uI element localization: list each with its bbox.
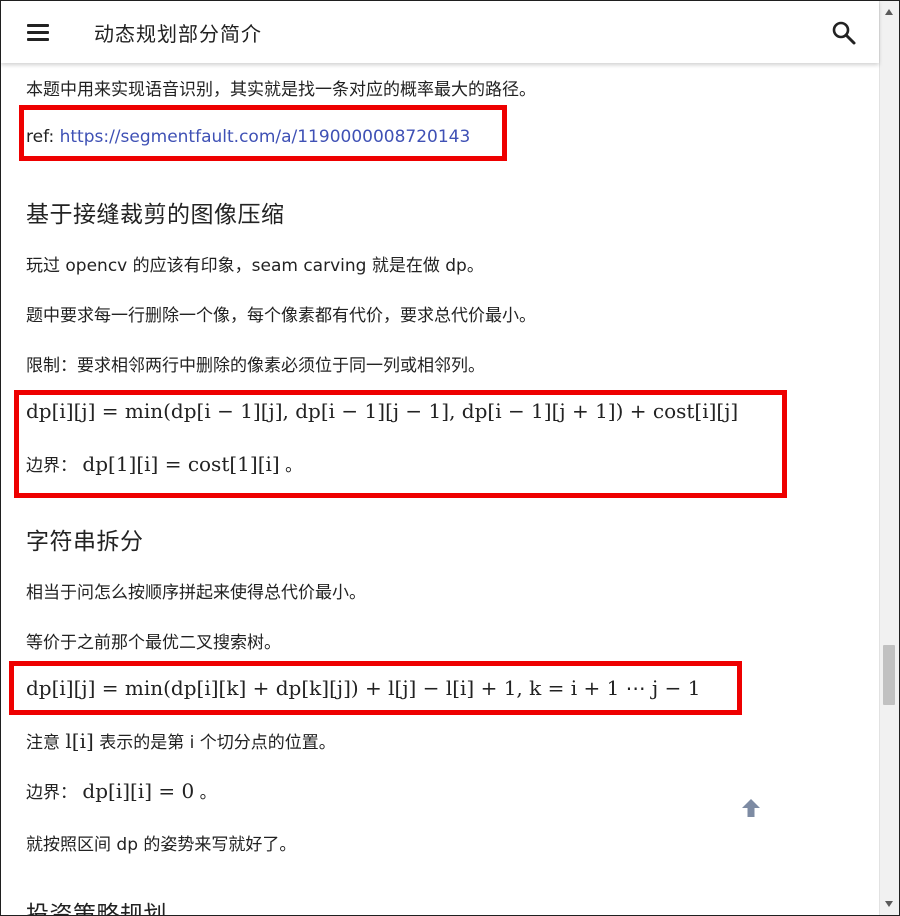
split-note-prefix: 注意 <box>26 733 60 753</box>
browser-frame: 动态规划部分简介 本题中用来实现语音识别，其实就是找一条对应的概率最大的路径。 … <box>0 0 900 916</box>
seam-paragraph-1: 玩过 opencv 的应该有印象，seam carving 就是在做 dp。 <box>26 256 484 276</box>
intro-paragraph: 本题中用来实现语音识别，其实就是找一条对应的概率最大的路径。 <box>26 80 536 100</box>
split-paragraph-last: 就按照区间 dp 的姿势来写就好了。 <box>26 835 297 855</box>
search-icon[interactable] <box>829 18 859 48</box>
split-note: 注意 l[i] 表示的是第 i 个切分点的位置。 <box>26 728 336 753</box>
highlight-box-split-formula <box>9 661 742 715</box>
seam-paragraph-2: 题中要求每一行删除一个像，每个像素都有代价，要求总代价最小。 <box>26 306 536 326</box>
split-note-math: l[i] <box>65 729 94 753</box>
section-heading-string-split: 字符串拆分 <box>26 529 144 555</box>
split-boundary-end: 。 <box>199 783 217 803</box>
hamburger-menu-icon[interactable] <box>23 18 53 46</box>
seam-paragraph-3: 限制：要求相邻两行中删除的像素必须位于同一列或相邻列。 <box>26 356 485 376</box>
scroll-down-icon[interactable] <box>885 901 893 907</box>
app-bar: 动态规划部分简介 <box>1 1 879 63</box>
split-boundary-line: 边界： dp[i][i] = 0 。 <box>26 778 217 803</box>
split-note-suffix: 表示的是第 i 个切分点的位置。 <box>99 733 336 753</box>
highlight-box-ref <box>19 105 507 161</box>
split-paragraph-1: 相当于问怎么按顺序拼起来使得总代价最小。 <box>26 583 366 603</box>
page-title: 动态规划部分简介 <box>94 22 262 46</box>
scroll-up-icon[interactable] <box>885 9 893 15</box>
section-heading-investment: 投资策略规划 <box>26 902 167 916</box>
vertical-scrollbar[interactable] <box>879 1 899 915</box>
arrow-up-icon[interactable] <box>739 796 763 820</box>
split-boundary-formula: dp[i][i] = 0 <box>82 779 195 803</box>
section-heading-seam-carving: 基于接缝裁剪的图像压缩 <box>26 202 285 228</box>
scrollbar-thumb[interactable] <box>883 645 895 705</box>
article-content: 本题中用来实现语音识别，其实就是找一条对应的概率最大的路径。 ref: http… <box>1 63 879 915</box>
highlight-box-seam-formula <box>14 390 787 498</box>
split-boundary-label: 边界： <box>26 783 77 803</box>
split-paragraph-2: 等价于之前那个最优二叉搜索树。 <box>26 633 281 653</box>
